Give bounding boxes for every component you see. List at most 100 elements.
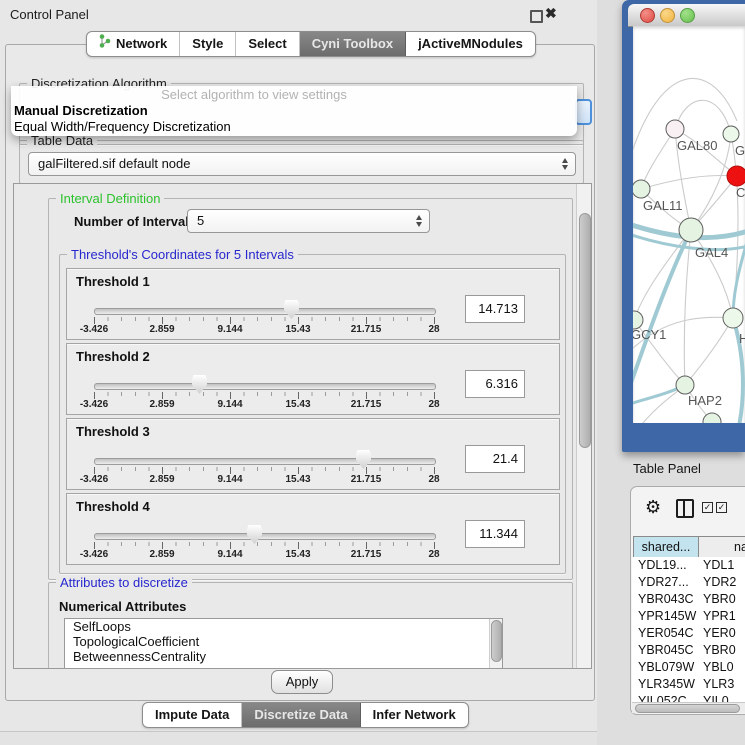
slider-ticks (94, 317, 436, 325)
table-cell[interactable]: YER0 (703, 625, 736, 642)
table-row[interactable]: YDR27... (638, 574, 689, 591)
table-cell[interactable]: YBL0 (703, 659, 734, 676)
close-icon[interactable]: ✖ (545, 5, 557, 22)
threshold-2-value-field[interactable]: 6.316 (465, 370, 525, 398)
tab-jactivemnodules[interactable]: jActiveMNodules (406, 32, 535, 56)
threshold-3-slider-track[interactable] (94, 458, 436, 465)
table-cell[interactable]: YLR3 (703, 676, 734, 693)
column-header-shared[interactable]: shared... (633, 536, 699, 558)
threshold-1-value-field[interactable]: 14.713 (465, 295, 525, 323)
network-view-window: GAL80 G C GAL11 GAL4 GCY1 H HAP2 (622, 0, 745, 452)
list-item[interactable]: SelfLoops (65, 619, 502, 634)
threshold-4-slider-track[interactable] (94, 533, 436, 540)
gear-icon[interactable]: ⚙ (645, 498, 661, 516)
checkbox-icon[interactable]: ✓ (716, 502, 727, 513)
thresholds-coordinates-group: Threshold's Coordinates for 5 Intervals … (59, 254, 566, 574)
table-data-group: Table Data galFiltered.sif default node (19, 140, 584, 184)
tab-infer-network[interactable]: Infer Network (361, 703, 468, 727)
algorithm-dropdown-popup: Select algorithm to view settings Manual… (11, 86, 577, 136)
threshold-4-value-field[interactable]: 11.344 (465, 520, 525, 548)
threshold-3-value-field[interactable]: 21.4 (465, 445, 525, 473)
node-h[interactable] (723, 308, 743, 328)
column-header-name[interactable]: na... (698, 536, 745, 558)
bottom-tabstrip: Impute Data Discretize Data Infer Networ… (142, 702, 469, 728)
node-g[interactable] (723, 126, 739, 142)
table-panel-title: Table Panel (633, 461, 701, 476)
table-data-combo[interactable]: galFiltered.sif default node (28, 152, 576, 176)
list-item[interactable]: BetweennessCentrality (65, 649, 502, 664)
thresholds-coordinates-title: Threshold's Coordinates for 5 Intervals (67, 247, 298, 262)
tab-discretize-data[interactable]: Discretize Data (242, 703, 360, 727)
table-cell[interactable]: YDL1 (703, 557, 734, 574)
show-columns-icon[interactable] (676, 499, 694, 518)
table-row[interactable]: YDL19... (638, 557, 687, 574)
algorithm-placeholder-option[interactable]: Select algorithm to view settings (11, 86, 577, 103)
node-label: GAL80 (677, 138, 717, 153)
interval-definition-group: Interval Definition Number of Intervals … (48, 198, 573, 580)
window-title: Control Panel (10, 7, 89, 22)
node-hap2[interactable] (676, 376, 694, 394)
table-cell[interactable]: YDR2 (703, 574, 736, 591)
threshold-2-box: Threshold 2 -3.426 2.859 9.144 15.43 21.… (66, 343, 560, 415)
combo-down-arrow-icon (562, 165, 568, 170)
node-selected-red[interactable] (727, 166, 745, 186)
option-manual-discretization[interactable]: Manual Discretization (11, 103, 577, 119)
node-label: GCY1 (633, 327, 666, 342)
interval-definition-title: Interval Definition (56, 191, 164, 206)
number-of-intervals-label: Number of Intervals (74, 214, 196, 229)
settings-scrollbar[interactable] (576, 184, 592, 668)
close-traffic-light[interactable] (640, 8, 655, 23)
node-gal80[interactable] (666, 120, 684, 138)
table-row[interactable]: YBL079W (638, 659, 694, 676)
slider-ticks (94, 392, 436, 400)
network-canvas[interactable]: GAL80 G C GAL11 GAL4 GCY1 H HAP2 (633, 26, 745, 423)
zoom-traffic-light[interactable] (680, 8, 695, 23)
minimize-traffic-light[interactable] (660, 8, 675, 23)
network-graph: GAL80 G C GAL11 GAL4 GCY1 H HAP2 (633, 26, 745, 423)
threshold-4-box: Threshold 4 -3.426 2.859 9.144 15.43 21.… (66, 493, 560, 565)
table-cell[interactable]: YBR0 (703, 642, 736, 659)
control-panel-tabstrip: Network Style Select Cyni Toolbox jActiv… (86, 31, 536, 57)
tab-cyni-toolbox[interactable]: Cyni Toolbox (300, 32, 406, 56)
table-row[interactable]: YBR045C (638, 642, 694, 659)
float-window-icon[interactable] (530, 10, 543, 23)
node-label: GAL11 (643, 198, 683, 213)
table-hscrollbar[interactable] (632, 702, 745, 713)
tab-style[interactable]: Style (180, 32, 236, 56)
list-scrollbar-thumb[interactable] (491, 620, 502, 662)
table-hscrollbar-thumb[interactable] (635, 704, 740, 713)
threshold-1-slider-track[interactable] (94, 308, 436, 315)
node-gal4[interactable] (679, 218, 703, 242)
node-label: GAL4 (695, 245, 728, 260)
node-label: G (735, 143, 745, 158)
apply-button[interactable]: Apply (271, 670, 333, 694)
settings-scrollbar-thumb[interactable] (579, 213, 591, 448)
table-row[interactable]: YBR043C (638, 591, 694, 608)
checkbox-icon[interactable]: ✓ (702, 502, 713, 513)
algorithm-combo-arrow-focused[interactable] (575, 99, 592, 125)
table-row[interactable]: YER054C (638, 625, 694, 642)
list-item[interactable]: TopologicalCoefficient (65, 634, 502, 649)
network-window-titlebar[interactable] (628, 4, 745, 27)
tab-network[interactable]: Network (87, 32, 180, 56)
settings-scrollpane: Interval Definition Number of Intervals … (13, 183, 592, 669)
node-label: C (736, 185, 745, 200)
option-equal-width-frequency[interactable]: Equal Width/Frequency Discretization (11, 119, 577, 135)
combo-up-arrow-icon (416, 215, 422, 220)
slider-ticks (94, 467, 436, 475)
table-row[interactable]: YPR145W (638, 608, 696, 625)
table-cell[interactable]: YBR0 (703, 591, 736, 608)
combo-down-arrow-icon (416, 222, 422, 227)
node-gal11[interactable] (633, 180, 650, 198)
list-scrollbar[interactable] (489, 619, 502, 669)
tab-impute-data[interactable]: Impute Data (143, 703, 242, 727)
network-icon (99, 32, 111, 56)
node-label: HAP2 (688, 393, 722, 408)
table-row[interactable]: YLR345W (638, 676, 695, 693)
table-cell[interactable]: YPR1 (703, 608, 736, 625)
node-label: H (739, 331, 745, 346)
tab-select[interactable]: Select (236, 32, 299, 56)
control-panel-window: Control Panel ✖ Network Style Select Cyn… (0, 0, 597, 732)
threshold-2-slider-track[interactable] (94, 383, 436, 390)
number-of-intervals-combo[interactable]: 5 (187, 209, 430, 233)
